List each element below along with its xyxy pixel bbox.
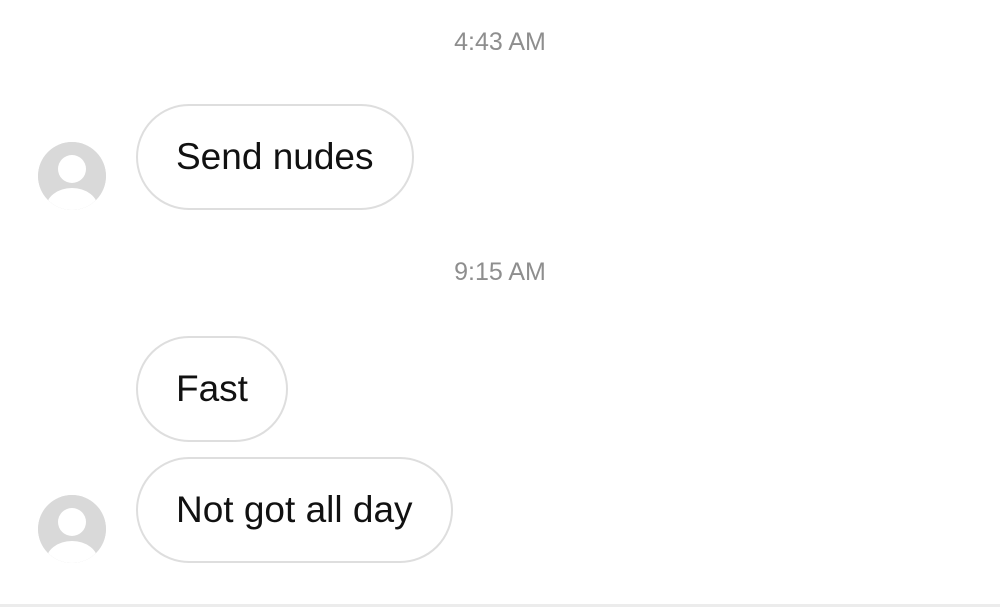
message-text: Send nudes (176, 136, 374, 177)
sender-avatar[interactable] (38, 495, 106, 563)
default-user-avatar-icon (38, 495, 106, 563)
message-text: Not got all day (176, 489, 413, 530)
message-timestamp: 4:43 AM (454, 28, 546, 56)
message-timestamp: 9:15 AM (454, 258, 546, 286)
default-user-avatar-icon (38, 142, 106, 210)
message-bubble[interactable]: Not got all day (136, 457, 453, 563)
sender-avatar[interactable] (38, 142, 106, 210)
message-text: Fast (176, 368, 248, 409)
message-bubble[interactable]: Fast (136, 336, 288, 442)
message-bubble[interactable]: Send nudes (136, 104, 414, 210)
